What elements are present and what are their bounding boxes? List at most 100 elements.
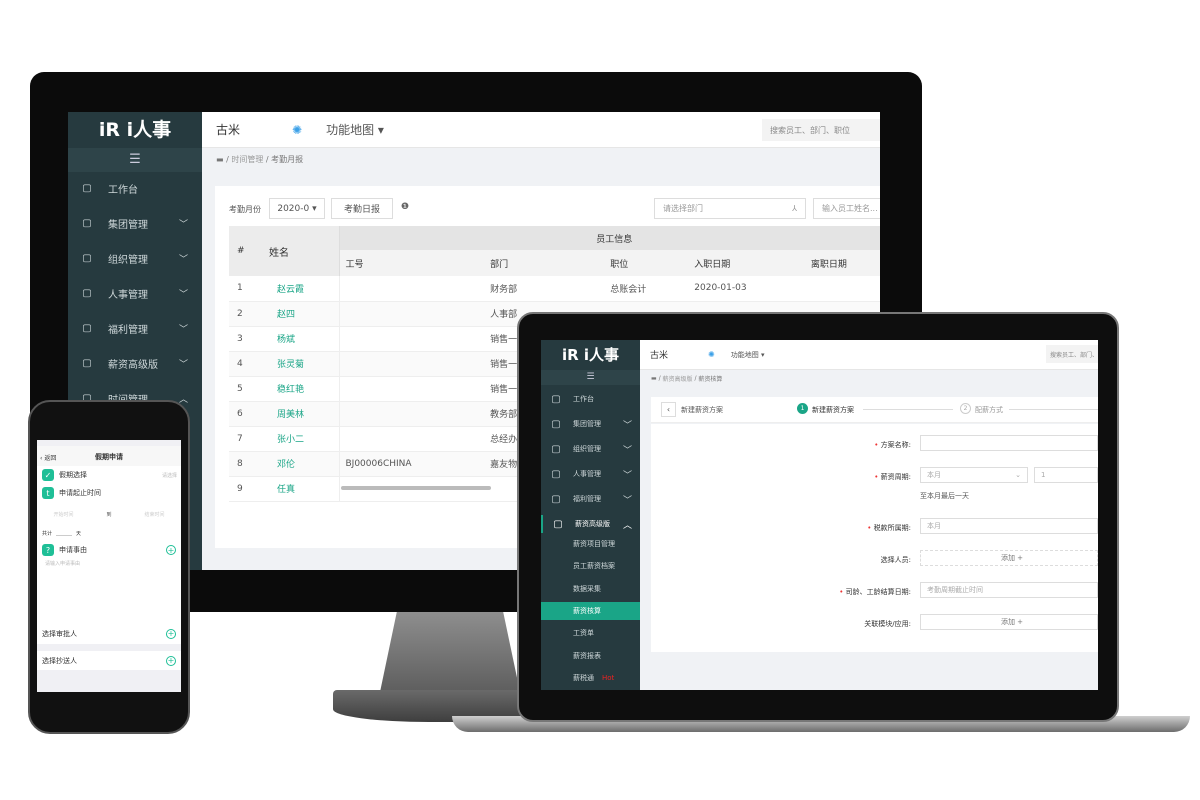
chevron-icon: ﹀ — [178, 289, 188, 300]
end-time-input[interactable]: 结束时间 — [144, 511, 164, 518]
chevron-icon: ﹀ — [622, 495, 632, 506]
leave-type-row[interactable]: ✓ 假期选择 请选择 — [37, 466, 181, 484]
search-input[interactable]: 搜索员工、部门、职位 — [762, 119, 880, 141]
chevron-icon: ︿ — [178, 394, 188, 405]
company-name[interactable]: 古米 — [650, 348, 668, 361]
employee-name-link[interactable]: 赵四 — [269, 301, 339, 326]
group-icon: ▢ — [551, 418, 561, 430]
employee-name-link[interactable]: 任真 — [269, 476, 339, 501]
sidebar-subitem-label: 工资单 — [573, 629, 594, 638]
gift-icon: ▢ — [82, 322, 92, 334]
sidebar-item[interactable]: ▢ 工作台 — [541, 390, 640, 408]
seniority-label: • 司龄、工龄结算日期: — [839, 588, 911, 596]
add-approver-icon[interactable]: + — [166, 628, 176, 639]
sidebar-subitem-label: 数据采集 — [573, 584, 601, 593]
column-header: 工号 — [338, 250, 485, 276]
sidebar-subitem[interactable]: 薪资报表 — [541, 647, 640, 665]
sidebar-item[interactable]: ▢ 人事管理 ﹀ — [541, 465, 640, 483]
search-input[interactable]: 搜索员工、部门、 — [1046, 345, 1098, 363]
daily-report-button[interactable]: 考勤日报 — [331, 198, 393, 219]
total-days-input[interactable] — [56, 530, 73, 536]
reason-input[interactable]: 请输入申请事由 — [45, 560, 80, 567]
column-header: 离职日期 — [810, 259, 847, 270]
function-map-menu[interactable]: 功能地图 ▾ — [326, 121, 384, 138]
start-time-input[interactable]: 开始时间 — [53, 511, 73, 518]
cycle-select[interactable]: 本月 ⌄ — [920, 467, 1028, 483]
period-inputs: 开始时间到结束时间 — [37, 502, 181, 526]
hamburger-icon[interactable]: ☰ — [541, 370, 640, 385]
home-icon[interactable]: ▬ — [216, 155, 224, 164]
sidebar-subitem[interactable]: 数据采集 — [541, 580, 640, 598]
cc-row[interactable]: 选择抄送人 + — [37, 651, 181, 670]
seniority-date-input[interactable]: 考勤周期截止时间 — [920, 582, 1098, 598]
horizontal-scrollbar[interactable] — [341, 486, 491, 490]
globe-icon[interactable]: ✺ — [292, 123, 302, 137]
sidebar-item[interactable]: ▢ 人事管理 ﹀ — [68, 281, 202, 305]
breadcrumb-item[interactable]: 时间管理 — [231, 154, 263, 165]
sidebar-subitem[interactable]: 薪资项目管理 — [541, 535, 640, 553]
sidebar-item-label: 组织管理 — [108, 254, 148, 266]
add-module-button[interactable]: 添加 + — [920, 614, 1098, 630]
employee-name-link[interactable]: 杨斌 — [269, 326, 339, 351]
sidebar-subitem-label: 薪资项目管理 — [573, 540, 615, 548]
sidebar-subitem[interactable]: 工资单 — [541, 624, 640, 642]
company-name[interactable]: 古米 — [216, 121, 240, 138]
employee-name-link[interactable]: 赵云霞 — [269, 276, 339, 301]
sidebar-item[interactable]: ▢ 集团管理 ﹀ — [68, 211, 202, 235]
chevron-icon: ﹀ — [622, 420, 632, 431]
add-people-button[interactable]: 添加 + — [920, 550, 1098, 566]
sidebar-item[interactable]: ▢ 组织管理 ﹀ — [68, 246, 202, 270]
monitor-icon: ▢ — [82, 182, 92, 194]
month-select[interactable]: 2020-0 ▾ — [269, 198, 325, 219]
chevron-icon: ﹀ — [178, 359, 188, 370]
step-connector — [1009, 409, 1098, 410]
approver-row[interactable]: 选择审批人 + — [37, 624, 181, 643]
check-icon: ✓ — [42, 469, 54, 481]
sidebar-item[interactable]: ▢ 薪资高级版 ︿ — [541, 515, 640, 533]
table-cell: 2020-01-03 — [694, 283, 747, 294]
sidebar-subitem[interactable]: 薪税通 Hot — [541, 669, 640, 687]
sidebar-subitem[interactable]: 员工薪资档案 — [541, 557, 640, 575]
table-cell: 7 — [237, 433, 243, 444]
tax-period-input[interactable]: 本月 — [920, 518, 1098, 534]
monitor-icon: ▢ — [551, 393, 561, 405]
plan-name-input[interactable] — [920, 435, 1098, 451]
table-row[interactable]: 1 赵云霞 财务部 总账会计 2020-01-03 — [229, 276, 880, 301]
sidebar-item[interactable]: ▢ 组织管理 ﹀ — [541, 440, 640, 458]
function-map-menu[interactable]: 功能地图 ▾ — [731, 350, 765, 360]
back-button[interactable]: ‹ 返回 — [40, 453, 56, 462]
info-icon[interactable]: ❶ — [401, 202, 409, 212]
cycle-label: • 薪资周期: — [874, 473, 911, 481]
sidebar-item[interactable]: ▢ 工作台 — [68, 176, 202, 200]
sidebar-item-label: 集团管理 — [573, 420, 601, 428]
cycle-day-input[interactable]: 1 — [1034, 467, 1098, 483]
sidebar-item-label: 福利管理 — [573, 495, 601, 503]
add-cc-icon[interactable]: + — [166, 655, 176, 666]
sidebar-subitem[interactable]: 薪资核算 — [541, 601, 640, 620]
sidebar-item[interactable]: ▢ 薪资高级版 ﹀ — [68, 351, 202, 375]
globe-icon[interactable]: ✺ — [708, 350, 715, 359]
time-icon: t — [42, 487, 54, 499]
home-icon[interactable]: ▬ — [651, 375, 657, 382]
laptop-sidebar: iR i人事 ☰ ▢ 工作台 ▢ 集团管理 ﹀ ▢ 组织管理 ﹀ ▢ 人事管理 ﹀ ▢ 福利管理 ﹀ ▢ 薪资… — [541, 340, 640, 690]
employee-name-link[interactable]: 张小二 — [269, 426, 339, 451]
sidebar-item[interactable]: ▢ 福利管理 ﹀ — [68, 316, 202, 340]
employee-name-input[interactable]: 输入员工姓名... — [813, 198, 880, 219]
back-button[interactable]: ‹ — [661, 402, 676, 417]
table-cell: 财务部 — [490, 284, 518, 295]
employee-name-link[interactable]: 稳红艳 — [269, 376, 339, 401]
plan-name-label: • 方案名称: — [874, 441, 911, 449]
desktop-header: 古米 ✺ 功能地图 ▾ 搜索员工、部门、职位 — [202, 112, 880, 148]
table-cell: 3 — [237, 333, 243, 344]
department-select[interactable]: 请选择部门 ⅄ — [654, 198, 806, 219]
employee-name-link[interactable]: 周美林 — [269, 401, 339, 426]
hamburger-icon[interactable]: ☰ — [68, 148, 202, 172]
sidebar-item[interactable]: ▢ 福利管理 ﹀ — [541, 490, 640, 508]
employee-name-link[interactable]: 邓伦 — [269, 451, 339, 476]
table-cell — [338, 326, 485, 351]
sidebar-item[interactable]: ▢ 集团管理 ﹀ — [541, 415, 640, 433]
add-reason-icon[interactable]: + — [166, 545, 176, 555]
employee-name-link[interactable]: 张灵菊 — [269, 351, 339, 376]
cycle-hint: 至本月最后一天 — [920, 492, 969, 500]
breadcrumb-item[interactable]: 薪资高级版 — [663, 374, 693, 383]
